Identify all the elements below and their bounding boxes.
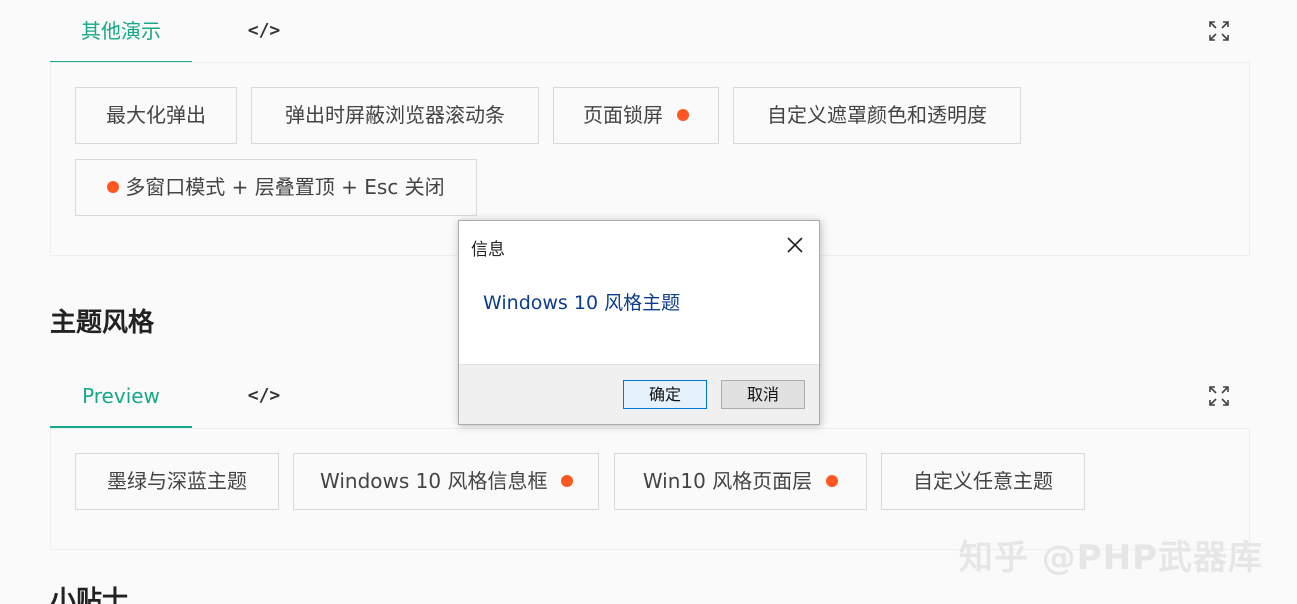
new-dot-icon [826, 475, 839, 487]
button-label: 页面锁屏 [583, 103, 663, 127]
hide-scrollbar-button[interactable]: 弹出时屏蔽浏览器滚动条 [251, 87, 539, 144]
win10-msgbox-button[interactable]: Windows 10 风格信息框 [293, 453, 599, 510]
close-icon[interactable] [785, 235, 805, 255]
button-label: 墨绿与深蓝主题 [107, 469, 247, 493]
dialog-title: 信息 [471, 240, 505, 260]
fullscreen-icon[interactable] [1208, 20, 1230, 42]
green-blue-theme-button[interactable]: 墨绿与深蓝主题 [75, 453, 279, 510]
watermark: 知乎 @PHP武器库 [958, 538, 1263, 578]
button-label: 自定义任意主题 [913, 469, 1053, 493]
custom-mask-button[interactable]: 自定义遮罩颜色和透明度 [733, 87, 1021, 144]
dialog-message: Windows 10 风格主题 [483, 292, 681, 314]
custom-theme-button[interactable]: 自定义任意主题 [881, 453, 1085, 510]
info-dialog: 信息 Windows 10 风格主题 确定 取消 [458, 220, 820, 425]
theme-section-title: 主题风格 [50, 308, 155, 338]
button-label: 最大化弹出 [106, 103, 206, 127]
fullscreen-icon[interactable] [1208, 385, 1230, 407]
ok-button[interactable]: 确定 [623, 380, 707, 409]
dialog-footer: 确定 取消 [459, 364, 819, 424]
tab-other-demos[interactable]: 其他演示 [50, 0, 192, 64]
demo-tabbar: 其他演示 </> [50, 0, 1250, 64]
tab-code[interactable]: </> [212, 365, 316, 429]
tab-preview[interactable]: Preview [50, 365, 192, 429]
cancel-button[interactable]: 取消 [721, 380, 805, 409]
win10-page-layer-button[interactable]: Win10 风格页面层 [614, 453, 867, 510]
button-label: Windows 10 风格信息框 [320, 469, 548, 493]
button-label: 多窗口模式 + 层叠置顶 + Esc 关闭 [125, 175, 445, 199]
new-dot-icon [677, 109, 689, 121]
button-label: Win10 风格页面层 [642, 469, 813, 493]
new-dot-icon [561, 475, 574, 487]
new-dot-icon [107, 181, 120, 193]
multi-window-button[interactable]: 多窗口模式 + 层叠置顶 + Esc 关闭 [75, 159, 477, 216]
button-label: 自定义遮罩颜色和透明度 [767, 103, 987, 127]
tab-code[interactable]: </> [212, 0, 316, 64]
button-label: 弹出时屏蔽浏览器滚动条 [285, 103, 505, 127]
tips-section-title: 小贴士 [50, 586, 129, 604]
lock-screen-button[interactable]: 页面锁屏 [553, 87, 719, 144]
maximize-popup-button[interactable]: 最大化弹出 [75, 87, 237, 144]
